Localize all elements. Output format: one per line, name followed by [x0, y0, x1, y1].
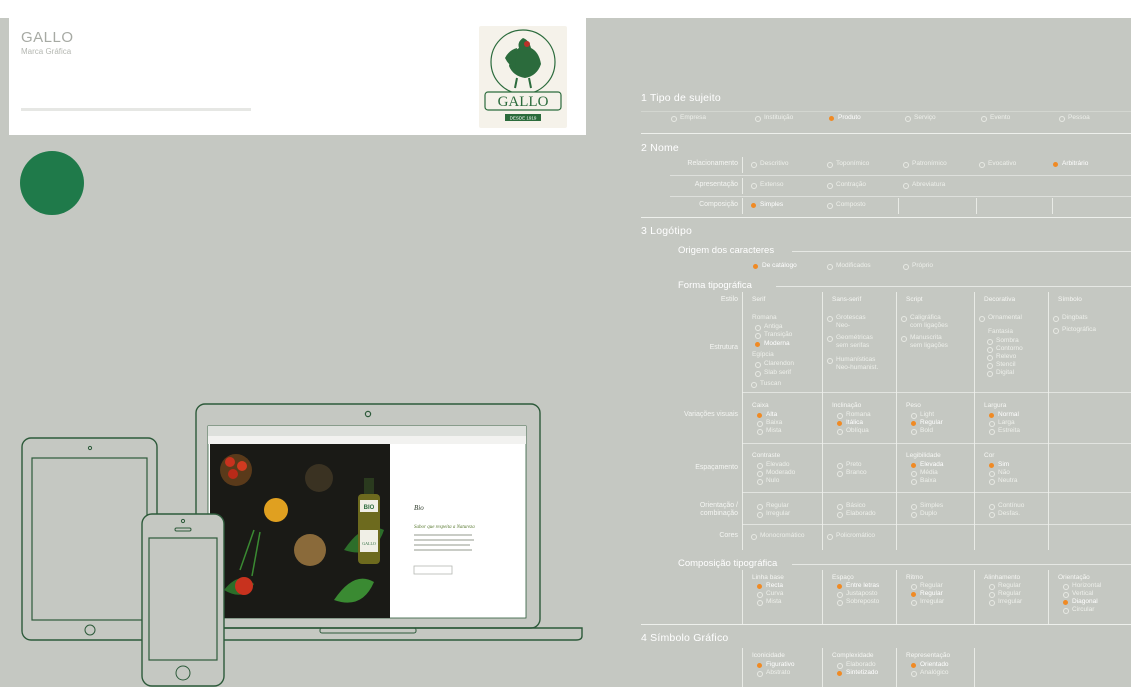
s3-origem-opt-3[interactable]: Próprio [903, 262, 933, 270]
s2-row-composicao: Composição [699, 201, 738, 208]
bottle-bio-label: BIO [364, 505, 375, 511]
logo-date: DESDE 1919 [510, 116, 537, 121]
s3-row-relacao: Orientação / combinação [699, 502, 738, 517]
s3-origem-opt-1-selected[interactable]: De catálogo [753, 262, 797, 269]
section-3-title: 3 Logótipo [641, 225, 693, 237]
s2-r2-opt-2[interactable]: Contração [827, 181, 866, 189]
s2-row-apresentacao: Apresentação [694, 181, 738, 188]
laptop-page-subheading: Sabor que respeita a Natureza [414, 525, 475, 530]
logo-wordmark: GALLO [498, 94, 549, 110]
s2-r2-opt-3[interactable]: Abreviatura [902, 181, 945, 189]
brand-header: GALLO Marca Gráfica GALLO DESDE 1919 [9, 18, 586, 135]
s2-r1-opt-3[interactable]: Patronímico [903, 160, 947, 168]
laptop-page-heading: Bio [414, 504, 424, 512]
s2-r3-opt-1-selected[interactable]: Simples [750, 201, 783, 208]
s1-option-5[interactable]: Evento [980, 114, 1010, 122]
header-note-line [21, 108, 251, 111]
s1-option-1[interactable]: Empresa [670, 114, 706, 122]
s3-row-cores: Cores [719, 532, 738, 539]
s2-r1-opt-4[interactable]: Evocativo [978, 160, 1016, 168]
s3-row-estrutura: Estrutura [709, 344, 738, 351]
laptop-mockup: BIO GALLO Bio Sabor que respeita a Natur… [181, 403, 583, 641]
s3-row-variacoes: Variações visuais [684, 411, 738, 418]
section-2-title: 2 Nome [641, 142, 679, 154]
section-4-title: 4 Símbolo Gráfico [641, 632, 729, 644]
s3-origem-title: Origem dos caracteres [678, 245, 775, 256]
s3-composicao-title: Composição tipográfica [678, 558, 778, 569]
top-strip [0, 0, 1131, 18]
s3-row-estilo: Estilo [720, 296, 738, 303]
phone-mockup [141, 513, 225, 687]
brand-subtitle: Marca Gráfica [21, 47, 72, 56]
brand-color-swatch [20, 151, 84, 215]
s3-forma-title: Forma tipográfica [678, 280, 752, 291]
s2-r1-opt-1[interactable]: Descritivo [751, 160, 789, 168]
tablet-mockup [21, 437, 158, 641]
s3-origem-opt-2[interactable]: Modificados [827, 262, 871, 270]
s2-r1-opt-2[interactable]: Toponímico [826, 160, 869, 168]
device-mockups: BIO GALLO Bio Sabor que respeita a Natur… [21, 403, 583, 687]
brand-title: GALLO [21, 29, 74, 46]
s1-option-4[interactable]: Serviço [905, 114, 936, 122]
s2-r3-opt-2[interactable]: Composto [827, 201, 866, 209]
s1-option-2[interactable]: Instituição [754, 114, 793, 122]
brand-classification-panel: 1 Tipo de sujeito Empresa Instituição Pr… [596, 18, 1131, 687]
section-1-title: 1 Tipo de sujeito [641, 92, 721, 104]
s2-row-relacionamento: Relacionamento [687, 160, 738, 167]
gallo-logo: GALLO DESDE 1919 [479, 26, 567, 128]
s3-row-espacamento: Espaçamento [695, 464, 738, 471]
s1-option-3-selected[interactable]: Produto [829, 114, 861, 121]
s2-r1-opt-5-selected[interactable]: Arbitrário [1052, 160, 1088, 167]
s2-r2-opt-1[interactable]: Extenso [751, 181, 784, 189]
s1-option-6[interactable]: Pessoa [1059, 114, 1090, 122]
bottle-brand-label: GALLO [362, 541, 376, 546]
